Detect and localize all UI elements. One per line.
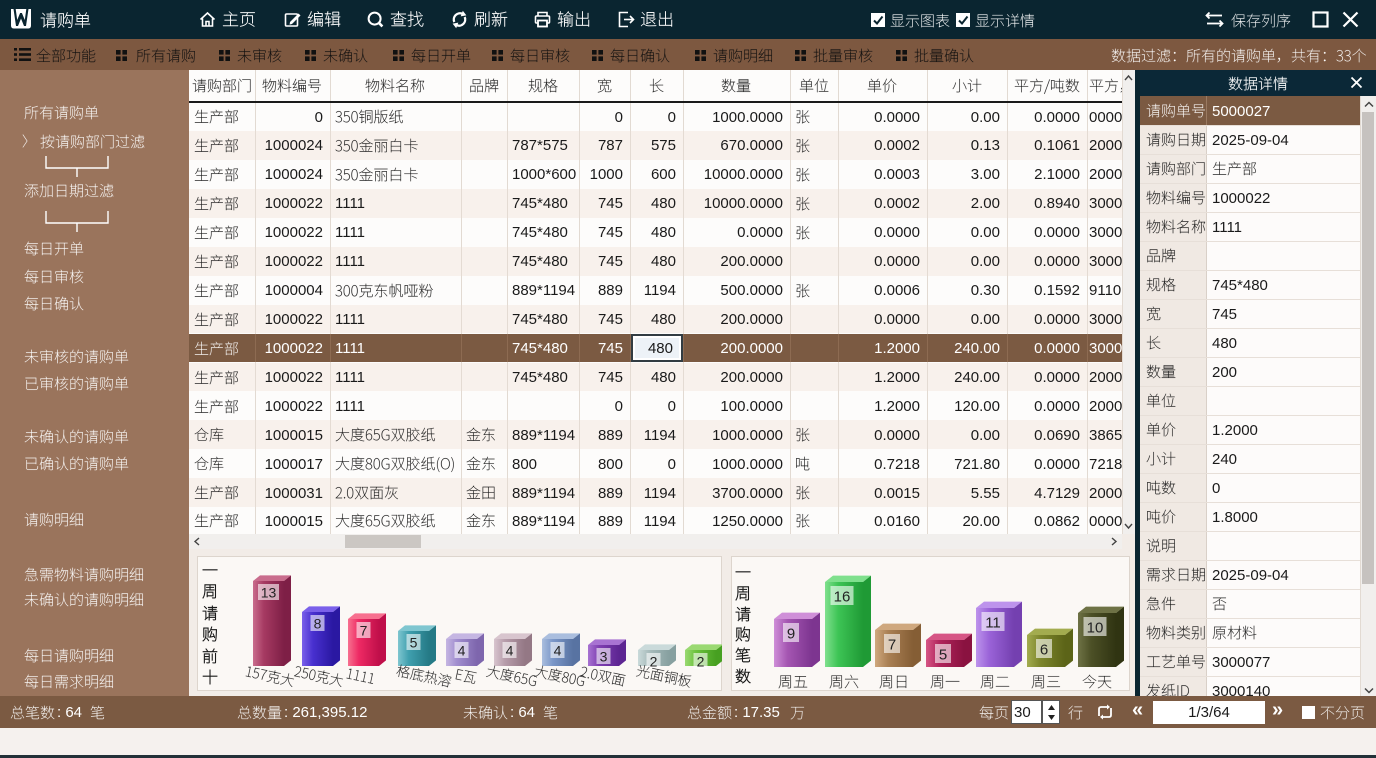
- svg-text:2: 2: [697, 654, 705, 670]
- svg-text:8: 8: [314, 616, 322, 632]
- svg-text:9: 9: [787, 626, 795, 643]
- svg-text:5: 5: [410, 635, 418, 651]
- svg-text:10: 10: [1087, 620, 1104, 637]
- svg-text:5: 5: [939, 647, 947, 664]
- svg-text:7: 7: [360, 623, 368, 639]
- svg-text:4: 4: [506, 643, 514, 659]
- svg-text:6: 6: [1040, 642, 1048, 659]
- svg-text:13: 13: [261, 585, 277, 601]
- svg-text:4: 4: [554, 643, 562, 659]
- svg-text:4: 4: [458, 643, 466, 659]
- svg-text:3: 3: [600, 649, 608, 665]
- svg-text:16: 16: [834, 589, 851, 606]
- svg-text:11: 11: [985, 615, 1001, 632]
- svg-text:7: 7: [888, 637, 896, 654]
